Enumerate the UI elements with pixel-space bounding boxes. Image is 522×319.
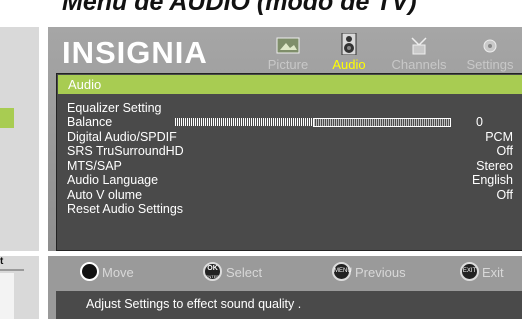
footer-select: Select	[226, 265, 263, 280]
tab-settings-label: Settings	[466, 57, 514, 72]
menu-item-digital-audio[interactable]: Digital Audio/SPDIF PCM	[67, 130, 513, 144]
settings-icon	[483, 39, 497, 53]
help-message: Adjust Settings to effect sound quality …	[56, 291, 522, 319]
left-menu-highlight	[0, 108, 14, 128]
ok-button-label: OK	[207, 265, 218, 272]
ok-button-icon: OK ENTER	[203, 262, 222, 281]
menu-item-value: 0	[476, 115, 483, 129]
tab-audio[interactable]: Audio	[324, 33, 374, 72]
move-pad-icon	[80, 262, 99, 281]
menu-item-srs[interactable]: SRS TruSurroundHD Off	[67, 144, 513, 158]
tv-menu-screen: INSIGNIA Picture Audio Channels Settings…	[48, 27, 522, 251]
left-menu-panel	[0, 27, 39, 251]
menu-item-label: SRS TruSurroundHD	[67, 144, 184, 158]
menu-button-label: MENU	[334, 268, 352, 274]
antenna-icon	[411, 37, 427, 55]
page-heading: Menu de AUDIO (modo de TV)	[62, 0, 417, 16]
menu-item-mts-sap[interactable]: MTS/SAP Stereo	[67, 159, 513, 173]
menu-item-value: Stereo	[476, 159, 513, 173]
exit-button-label: EXIT	[462, 268, 477, 274]
menu-item-value: Off	[496, 144, 513, 158]
left-help-divider	[0, 269, 24, 271]
tab-channels[interactable]: Channels	[384, 37, 454, 72]
menu-item-equalizer[interactable]: Equalizer Setting	[67, 101, 513, 115]
menu-item-label: Reset Audio Settings	[67, 202, 184, 216]
balance-slider-fill	[175, 118, 313, 126]
footer-move: Move	[102, 265, 134, 280]
audio-menu: Audio Equalizer Setting Balance 0 Digita…	[56, 73, 522, 251]
balance-slider-empty	[313, 118, 451, 127]
balance-slider[interactable]	[175, 118, 451, 127]
picture-icon	[276, 37, 300, 54]
tab-picture-label: Picture	[267, 57, 309, 72]
speaker-icon	[341, 33, 357, 55]
ok-button-sub: ENTER	[205, 274, 220, 279]
tab-channels-label: Channels	[391, 57, 447, 72]
left-help-box	[0, 273, 14, 319]
footer-previous: Previous	[355, 265, 406, 280]
menu-item-reset-audio[interactable]: Reset Audio Settings	[67, 202, 513, 216]
menu-title[interactable]: Audio	[58, 75, 522, 94]
menu-item-label: Audio Language	[67, 173, 159, 187]
help-bar: Move OK ENTER Select MENU Previous EXIT E…	[48, 256, 522, 319]
menu-item-auto-volume[interactable]: Auto V olume Off	[67, 188, 513, 202]
menu-item-label: Equalizer Setting	[67, 101, 162, 115]
brand-logo: INSIGNIA	[62, 35, 208, 70]
tab-settings[interactable]: Settings	[458, 37, 522, 72]
menu-item-value: English	[472, 173, 513, 187]
menu-item-label: MTS/SAP	[67, 159, 122, 173]
menu-item-balance[interactable]: Balance 0	[67, 115, 513, 129]
left-help-label: t	[0, 256, 4, 267]
left-help-panel: t	[0, 256, 39, 319]
menu-item-label: Auto V olume	[67, 188, 143, 202]
tab-audio-label: Audio	[332, 57, 366, 72]
menu-item-audio-language[interactable]: Audio Language English	[67, 173, 513, 187]
tab-picture[interactable]: Picture	[253, 37, 323, 72]
menu-item-value: Off	[496, 188, 513, 202]
menu-item-label: Digital Audio/SPDIF	[67, 130, 177, 144]
exit-button-icon: EXIT	[460, 262, 479, 281]
menu-item-label: Balance	[67, 115, 113, 129]
menu-item-value: PCM	[485, 130, 513, 144]
menu-button-icon: MENU	[332, 262, 352, 281]
footer-exit: Exit	[482, 265, 504, 280]
